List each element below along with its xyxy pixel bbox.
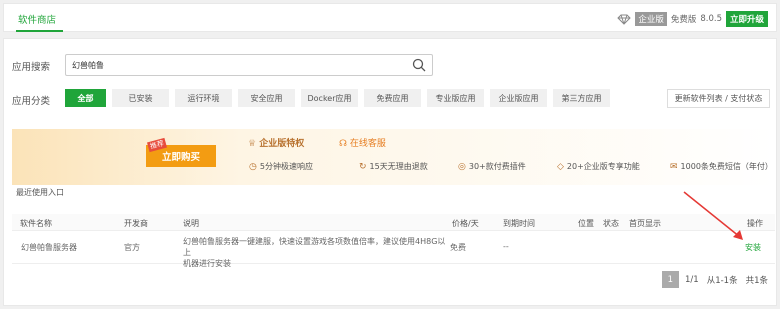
annotation-arrow (683, 191, 743, 240)
